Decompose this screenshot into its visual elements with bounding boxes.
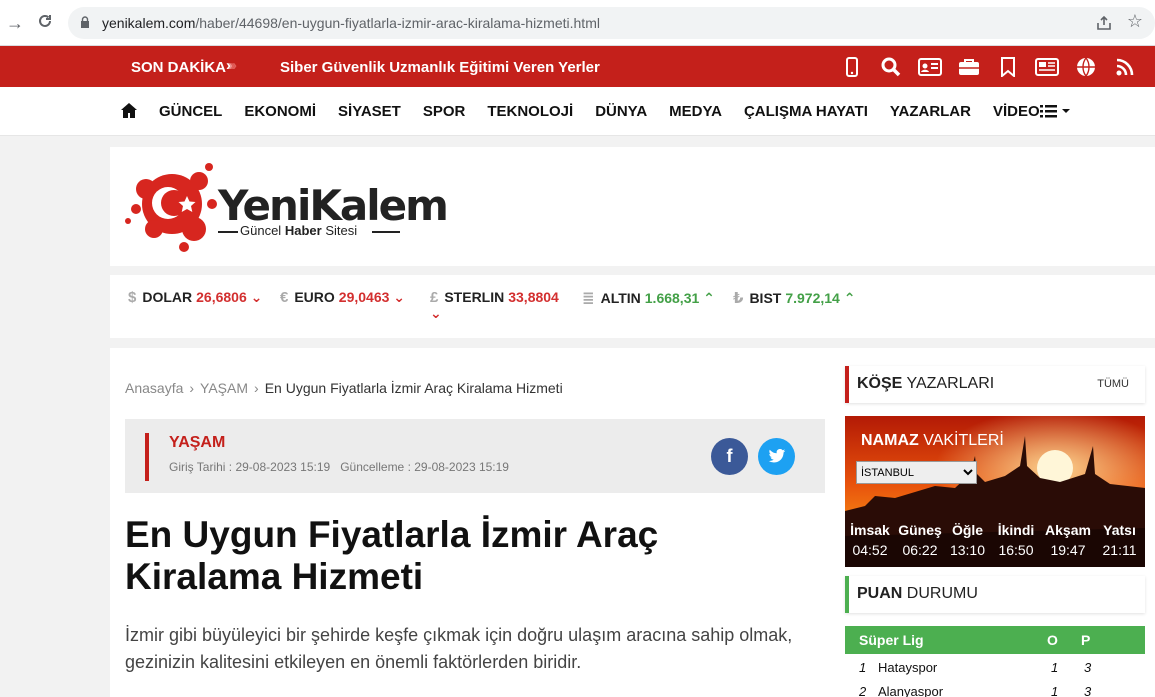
- briefcase-icon[interactable]: [953, 56, 984, 78]
- newspaper-icon[interactable]: [1031, 56, 1062, 78]
- main-navigation: GÜNCEL EKONOMİ SİYASET SPOR TEKNOLOJİ DÜNYA ME…: [0, 87, 1155, 136]
- prayer-time-imsak: İmsak 04:52: [850, 522, 890, 558]
- nav-item[interactable]: ÇALIŞMA HAYATI: [744, 103, 868, 120]
- prayer-times-row: İmsak 04:52 Güneş 06:22 Öğle 13:10 İkindi 16…: [845, 522, 1145, 558]
- nav-item[interactable]: DÜNYA: [595, 103, 647, 120]
- top-icons: [836, 56, 1148, 78]
- columnists-title: KÖŞE YAZARLARI: [857, 375, 995, 392]
- currency-item-dolar[interactable]: $ DOLAR 26,6806 ⌄: [128, 289, 262, 306]
- facebook-share-button[interactable]: f: [711, 438, 748, 475]
- facebook-icon: f: [726, 446, 733, 466]
- home-icon[interactable]: [120, 102, 138, 119]
- chevron-down-icon: ⌄: [389, 289, 406, 305]
- league-table-header: Süper Lig O P: [845, 626, 1145, 654]
- nav-item[interactable]: YAZARLAR: [890, 103, 971, 120]
- nav-item[interactable]: TEKNOLOJİ: [487, 103, 573, 120]
- prayer-time-ikindi: İkindi 16:50: [997, 522, 1035, 558]
- rss-icon[interactable]: [1109, 56, 1140, 78]
- browser-toolbar: → yenikalem.com/haber/44698/en-uygun-fiy…: [0, 0, 1155, 46]
- url-text: yenikalem.com/haber/44698/en-uygun-fiyat…: [102, 15, 600, 31]
- breaking-news-bar: SON DAKİKA ›››› Siber Güvenlik Uzmanlık …: [0, 46, 1155, 87]
- col-points: P: [1081, 632, 1091, 648]
- currency-item-euro[interactable]: € EURO 29,0463 ⌄: [280, 289, 405, 306]
- nav-item[interactable]: SİYASET: [338, 103, 401, 120]
- breaking-headline[interactable]: Siber Güvenlik Uzmanlık Eğitimi Veren Ye…: [280, 59, 600, 76]
- prayer-time-gunes: Güneş 06:22: [898, 522, 942, 558]
- breadcrumb: Anasayfa › YAŞAM › En Uygun Fiyatlarla İzmir…: [125, 380, 563, 396]
- reload-icon[interactable]: [34, 12, 56, 34]
- address-bar[interactable]: yenikalem.com/haber/44698/en-uygun-fiyat…: [68, 7, 1155, 39]
- nav-menu: GÜNCEL EKONOMİ SİYASET SPOR TEKNOLOJİ DÜNYA ME…: [159, 103, 1062, 120]
- breadcrumb-category[interactable]: YAŞAM: [200, 380, 248, 396]
- nav-item[interactable]: MEDYA: [669, 103, 722, 120]
- bookmark-icon[interactable]: [992, 56, 1023, 78]
- prayer-title: NAMAZ VAKİTLERİ: [861, 432, 1004, 449]
- article-title: En Uygun Fiyatlarla İzmir Araç Kiralama …: [125, 514, 659, 597]
- columnists-header: KÖŞE YAZARLARI TÜMÜ: [845, 366, 1145, 403]
- col-played: O: [1047, 632, 1058, 648]
- search-icon[interactable]: [875, 56, 906, 78]
- article-category[interactable]: YAŞAM: [169, 434, 225, 452]
- league-name[interactable]: Süper Lig: [859, 632, 924, 648]
- nav-item[interactable]: EKONOMİ: [244, 103, 316, 120]
- currency-bar: $ DOLAR 26,6806 ⌄ € EURO 29,0463 ⌄ £ STERLIN 3…: [110, 275, 1155, 338]
- table-row[interactable]: 1 Hatayspor 1 3: [845, 656, 1145, 679]
- table-row[interactable]: 2 Alanyaspor 1 3: [845, 680, 1145, 697]
- back-icon[interactable]: →: [4, 12, 26, 34]
- prayer-time-yatsi: Yatsı 21:11: [1102, 522, 1137, 558]
- mobile-icon[interactable]: [836, 56, 867, 78]
- id-card-icon[interactable]: [914, 56, 945, 78]
- chevron-down-icon: ⌄: [246, 289, 263, 305]
- lock-icon: [81, 16, 89, 28]
- nav-item[interactable]: GÜNCEL: [159, 103, 222, 120]
- standings-title: PUAN DURUMU: [857, 585, 978, 602]
- chevron-down-icon: ⌄: [430, 305, 442, 321]
- breadcrumb-home[interactable]: Anasayfa: [125, 380, 183, 396]
- chevron-up-icon: ⌃: [839, 290, 856, 306]
- globe-icon[interactable]: [1070, 56, 1101, 78]
- nav-item[interactable]: VİDEO: [993, 103, 1040, 120]
- nav-item[interactable]: SPOR: [423, 103, 466, 120]
- twitter-share-button[interactable]: [758, 438, 795, 475]
- accent-bar: [145, 433, 149, 481]
- logo-section: YeniKalem Güncel Haber Sitesi: [110, 147, 1155, 266]
- twitter-icon: [768, 449, 785, 463]
- logo-tagline: Güncel Haber Sitesi: [240, 223, 358, 238]
- article-meta: YAŞAM Giriş Tarihi : 29-08-2023 15:19 Gün…: [125, 419, 825, 493]
- currency-item-sterlin[interactable]: £ STERLIN 33,8804 ⌄: [430, 289, 559, 321]
- share-icon[interactable]: [1095, 14, 1113, 32]
- chevrons-icon: ››››: [226, 57, 237, 74]
- prayer-time-ogle: Öğle 13:10: [949, 522, 986, 558]
- breadcrumb-current: En Uygun Fiyatlarla İzmir Araç Kiralama …: [264, 380, 563, 396]
- currency-item-bist[interactable]: ₺ BIST 7.972,14 ⌃: [733, 289, 855, 307]
- prayer-times-widget: NAMAZ VAKİTLERİ İSTANBUL İmsak 04:52 Güne…: [845, 416, 1145, 567]
- city-select[interactable]: İSTANBUL: [856, 461, 977, 484]
- all-columnists-link[interactable]: TÜMÜ: [1097, 378, 1129, 390]
- menu-more-icon[interactable]: [1040, 103, 1072, 119]
- article-dates: Giriş Tarihi : 29-08-2023 15:19 Güncellem…: [169, 460, 509, 474]
- prayer-time-aksam: Akşam 19:47: [1045, 522, 1091, 558]
- logo-splash-icon[interactable]: [124, 159, 224, 254]
- chevron-up-icon: ⌃: [699, 290, 715, 306]
- breaking-label: SON DAKİKA: [131, 59, 227, 76]
- standings-header: PUAN DURUMU: [845, 576, 1145, 613]
- star-icon[interactable]: ☆: [1127, 11, 1143, 32]
- currency-item-altin[interactable]: ≣ ALTIN 1.668,31 ⌃: [582, 289, 715, 307]
- article-summary: İzmir gibi büyüleyici bir şehirde keşfe …: [125, 625, 793, 672]
